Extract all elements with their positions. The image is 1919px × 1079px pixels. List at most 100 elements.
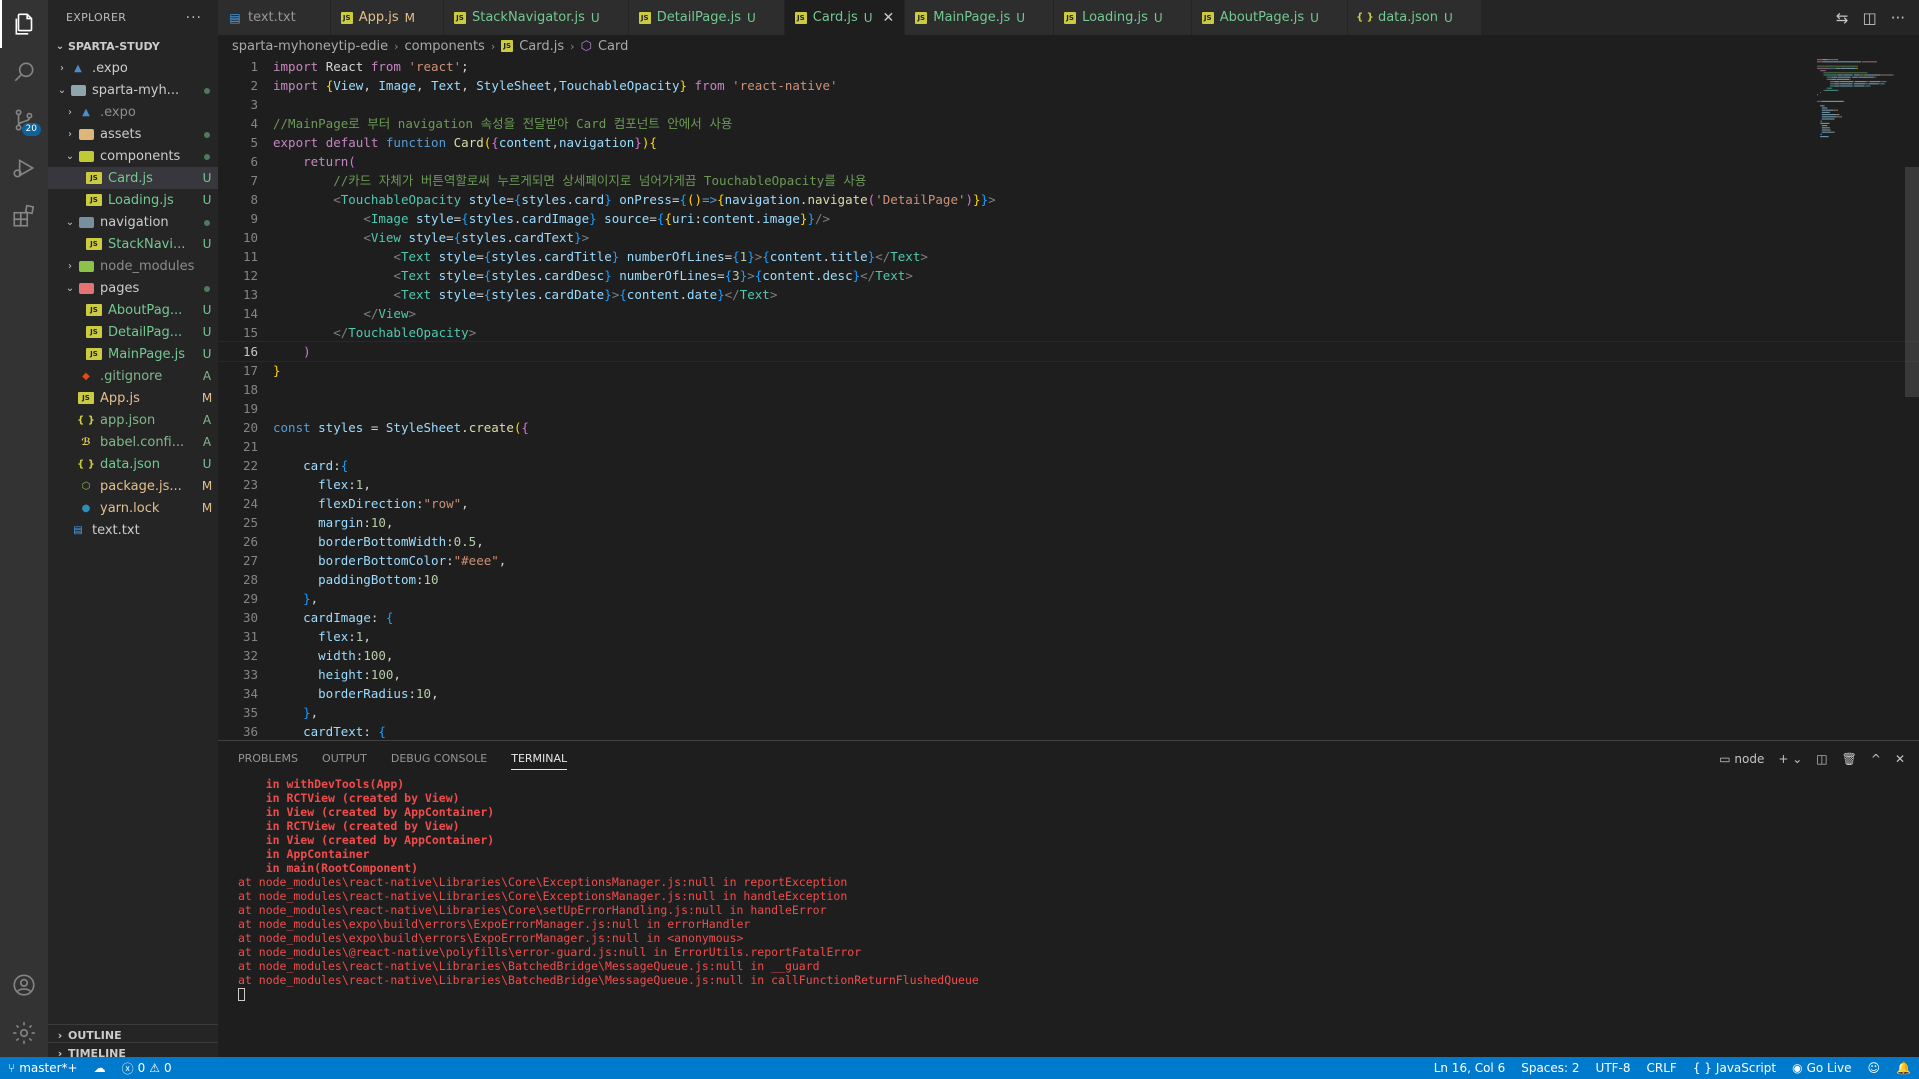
tab-stacknavigator-js[interactable]: JS StackNavigator.js U bbox=[443, 0, 629, 35]
tree-item[interactable]: JS MainPage.js U bbox=[48, 343, 218, 365]
tab-app-js[interactable]: JS App.js M bbox=[330, 0, 444, 35]
tab-detailpage-js[interactable]: JS DetailPage.js U bbox=[628, 0, 785, 35]
terminal-shell-selector[interactable]: ▭ node bbox=[1719, 752, 1764, 766]
terminal-output[interactable]: in withDevTools(App) in RCTView (created… bbox=[218, 776, 1919, 1002]
tab-card-js[interactable]: JS Card.js U ✕ bbox=[784, 0, 906, 35]
breadcrumb-item[interactable]: components bbox=[405, 39, 485, 54]
language-mode[interactable]: { } JavaScript bbox=[1685, 1061, 1784, 1075]
editor-scrollbar[interactable] bbox=[1905, 167, 1919, 397]
sync-button[interactable]: ☁ bbox=[86, 1061, 114, 1075]
tree-item[interactable]: ▤ text.txt bbox=[48, 519, 218, 541]
code-line: 20 const styles = StyleSheet.create({ bbox=[218, 418, 1919, 437]
encoding[interactable]: UTF-8 bbox=[1588, 1061, 1639, 1075]
go-live-button[interactable]: ◉ Go Live bbox=[1784, 1061, 1859, 1075]
branch-indicator[interactable]: ⑂ master*+ bbox=[0, 1061, 86, 1075]
tab-problems[interactable]: PROBLEMS bbox=[238, 752, 298, 765]
minimap[interactable] bbox=[1815, 57, 1905, 740]
line-content: flexDirection:"row", bbox=[258, 494, 469, 513]
problems-indicator[interactable]: ⓧ 0 ⚠ 0 bbox=[114, 1060, 180, 1077]
new-terminal-icon[interactable]: + ⌄ bbox=[1778, 752, 1802, 766]
tab-mainpage-js[interactable]: JS MainPage.js U bbox=[905, 0, 1055, 35]
breadcrumb-item[interactable]: Card bbox=[598, 39, 628, 54]
account-icon[interactable] bbox=[0, 961, 48, 1009]
breadcrumb-item[interactable]: Card.js bbox=[519, 39, 564, 54]
tree-item[interactable]: ⬡ package.js... M bbox=[48, 475, 218, 497]
run-debug-icon[interactable] bbox=[0, 144, 48, 192]
tree-item[interactable]: › ▲ .expo bbox=[48, 101, 218, 123]
feedback-icon[interactable]: ☺ bbox=[1860, 1061, 1889, 1075]
tree-item[interactable]: { } app.json A bbox=[48, 409, 218, 431]
git-status: A bbox=[202, 369, 212, 383]
notifications-bell-icon[interactable]: 🔔 bbox=[1888, 1061, 1919, 1075]
minimap-line bbox=[1843, 76, 1851, 78]
tree-item[interactable]: › ▲ .expo bbox=[48, 57, 218, 79]
tab-label: data.json bbox=[1377, 10, 1438, 25]
workspace-root[interactable]: ⌄ SPARTA-STUDY bbox=[48, 35, 218, 57]
tab-data-json[interactable]: { } data.json U bbox=[1347, 0, 1482, 35]
trash-icon[interactable]: 🗑 bbox=[1842, 752, 1857, 766]
timeline-section[interactable]: › TIMELINE bbox=[48, 1042, 218, 1057]
tab-loading-js[interactable]: JS Loading.js U bbox=[1054, 0, 1192, 35]
tree-item[interactable]: ● yarn.lock M bbox=[48, 497, 218, 519]
tree-item[interactable]: ⌄ navigation bbox=[48, 211, 218, 233]
tree-item[interactable]: › node_modules bbox=[48, 255, 218, 277]
tree-item[interactable]: JS StackNavi... U bbox=[48, 233, 218, 255]
git-status bbox=[196, 215, 218, 229]
line-ending[interactable]: CRLF bbox=[1639, 1061, 1685, 1075]
tree-item[interactable]: JS AboutPag... U bbox=[48, 299, 218, 321]
js-file-icon: JS bbox=[453, 11, 466, 24]
tab-aboutpage-js[interactable]: JS AboutPage.js U bbox=[1191, 0, 1348, 35]
terminal-prompt[interactable] bbox=[238, 988, 1919, 1002]
tree-item[interactable]: ◆ .gitignore A bbox=[48, 365, 218, 387]
indentation[interactable]: Spaces: 2 bbox=[1513, 1061, 1587, 1075]
minimap-line bbox=[1891, 74, 1893, 76]
settings-gear-icon[interactable] bbox=[0, 1009, 48, 1057]
maximize-panel-icon[interactable]: ^ bbox=[1871, 752, 1881, 766]
line-number: 9 bbox=[250, 211, 258, 226]
tab-debug-console[interactable]: DEBUG CONSOLE bbox=[391, 752, 487, 765]
tree-item[interactable]: { } data.json U bbox=[48, 453, 218, 475]
split-terminal-icon[interactable]: ◫ bbox=[1816, 752, 1827, 766]
tab-text-txt[interactable]: ▤ text.txt bbox=[218, 0, 331, 35]
line-number: 36 bbox=[242, 724, 258, 739]
close-icon[interactable]: ✕ bbox=[883, 10, 895, 26]
minimap-line bbox=[1828, 136, 1829, 138]
tree-item[interactable]: JS Loading.js U bbox=[48, 189, 218, 211]
minimap-line bbox=[1880, 74, 1881, 76]
tree-item[interactable]: ⌄ sparta-myh... bbox=[48, 79, 218, 101]
code-token: > bbox=[747, 268, 755, 283]
extensions-icon[interactable] bbox=[0, 192, 48, 240]
breadcrumb-item[interactable]: sparta-myhoneytip-edie bbox=[232, 39, 388, 54]
code-editor[interactable]: 1 import React from 'react'; 2 import {View… bbox=[218, 57, 1919, 740]
tree-item[interactable]: JS Card.js U bbox=[48, 167, 218, 189]
tree-item-label: .gitignore bbox=[100, 368, 163, 384]
code-token: cardImage bbox=[303, 610, 371, 625]
terminal-line: in RCTView (created by View) bbox=[238, 819, 460, 833]
tab-terminal[interactable]: TERMINAL bbox=[511, 752, 568, 770]
tab-status: U bbox=[1310, 10, 1319, 25]
more-actions-icon[interactable]: ··· bbox=[186, 10, 202, 26]
compare-changes-icon[interactable]: ⇆ bbox=[1836, 9, 1849, 27]
tree-item[interactable]: ⌄ pages bbox=[48, 277, 218, 299]
source-control-icon[interactable]: 20 bbox=[0, 96, 48, 144]
close-panel-icon[interactable]: ✕ bbox=[1895, 752, 1905, 766]
explorer-icon[interactable] bbox=[0, 0, 48, 48]
minimap-line bbox=[1861, 76, 1863, 78]
tree-item[interactable]: › assets bbox=[48, 123, 218, 145]
code-token: </ bbox=[333, 325, 349, 340]
branch-name: master*+ bbox=[19, 1061, 78, 1075]
tree-item[interactable]: JS App.js M bbox=[48, 387, 218, 409]
more-actions-icon[interactable]: ··· bbox=[1891, 9, 1905, 27]
split-editor-icon[interactable]: ◫ bbox=[1863, 9, 1877, 27]
chevron-right-icon: › bbox=[68, 106, 72, 118]
tab-output[interactable]: OUTPUT bbox=[322, 752, 367, 765]
search-icon[interactable] bbox=[0, 48, 48, 96]
minimap-line bbox=[1840, 67, 1841, 69]
minimap-line bbox=[1892, 74, 1893, 76]
cursor-position[interactable]: Ln 16, Col 6 bbox=[1426, 1061, 1514, 1075]
tree-item[interactable]: ⌄ components bbox=[48, 145, 218, 167]
warning-icon: ⚠ bbox=[149, 1061, 160, 1075]
tree-item[interactable]: JS DetailPag... U bbox=[48, 321, 218, 343]
tree-item[interactable]: ℬbabel.confi... A bbox=[48, 431, 218, 453]
